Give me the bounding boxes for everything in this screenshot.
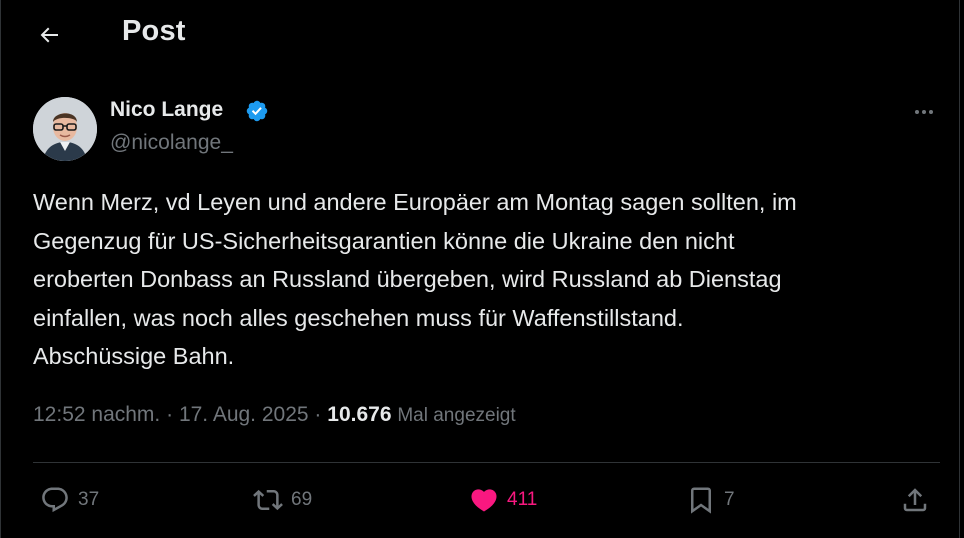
reply-button[interactable]: 37 [40,482,99,518]
share-icon [903,488,927,512]
reply-count: 37 [78,489,100,510]
reply-icon [42,487,68,513]
bookmark-button[interactable]: 7 [686,482,735,518]
like-button[interactable]: 411 [469,482,537,518]
verified-badge-icon [246,100,268,122]
like-count: 411 [507,489,538,510]
more-horizontal-icon [915,110,933,114]
author-name[interactable]: Nico Lange [110,98,223,122]
bookmark-count: 7 [724,489,735,510]
author-handle[interactable]: @nicolange_ [110,131,233,155]
divider [33,462,940,463]
views-count: 10.676 [327,403,392,426]
share-button[interactable] [900,482,930,518]
avatar[interactable] [33,97,97,161]
arrow-left-icon [40,27,58,43]
meta-separator: · [314,403,322,426]
meta-separator: · [166,403,174,426]
tweet-text: Wenn Merz, vd Leyen und andere Europäer … [33,189,797,369]
repost-button[interactable]: 69 [253,482,312,518]
tweet-date[interactable]: 17. Aug. 2025 [179,403,309,426]
tweet-meta: 12:52 nachm. · 17. Aug. 2025 · 10.676 Ma… [33,403,516,427]
heart-icon [471,489,497,512]
repost-count: 69 [291,489,313,510]
tweet-time[interactable]: 12:52 nachm. [33,403,160,426]
views-label: Mal angezeigt [397,405,516,426]
avatar-image [33,97,97,161]
repost-icon [253,489,283,511]
back-button[interactable] [30,16,68,54]
more-options-button[interactable] [906,96,942,128]
bookmark-icon [691,487,711,514]
page-header: Post [0,0,960,68]
page-title: Post [122,15,186,47]
